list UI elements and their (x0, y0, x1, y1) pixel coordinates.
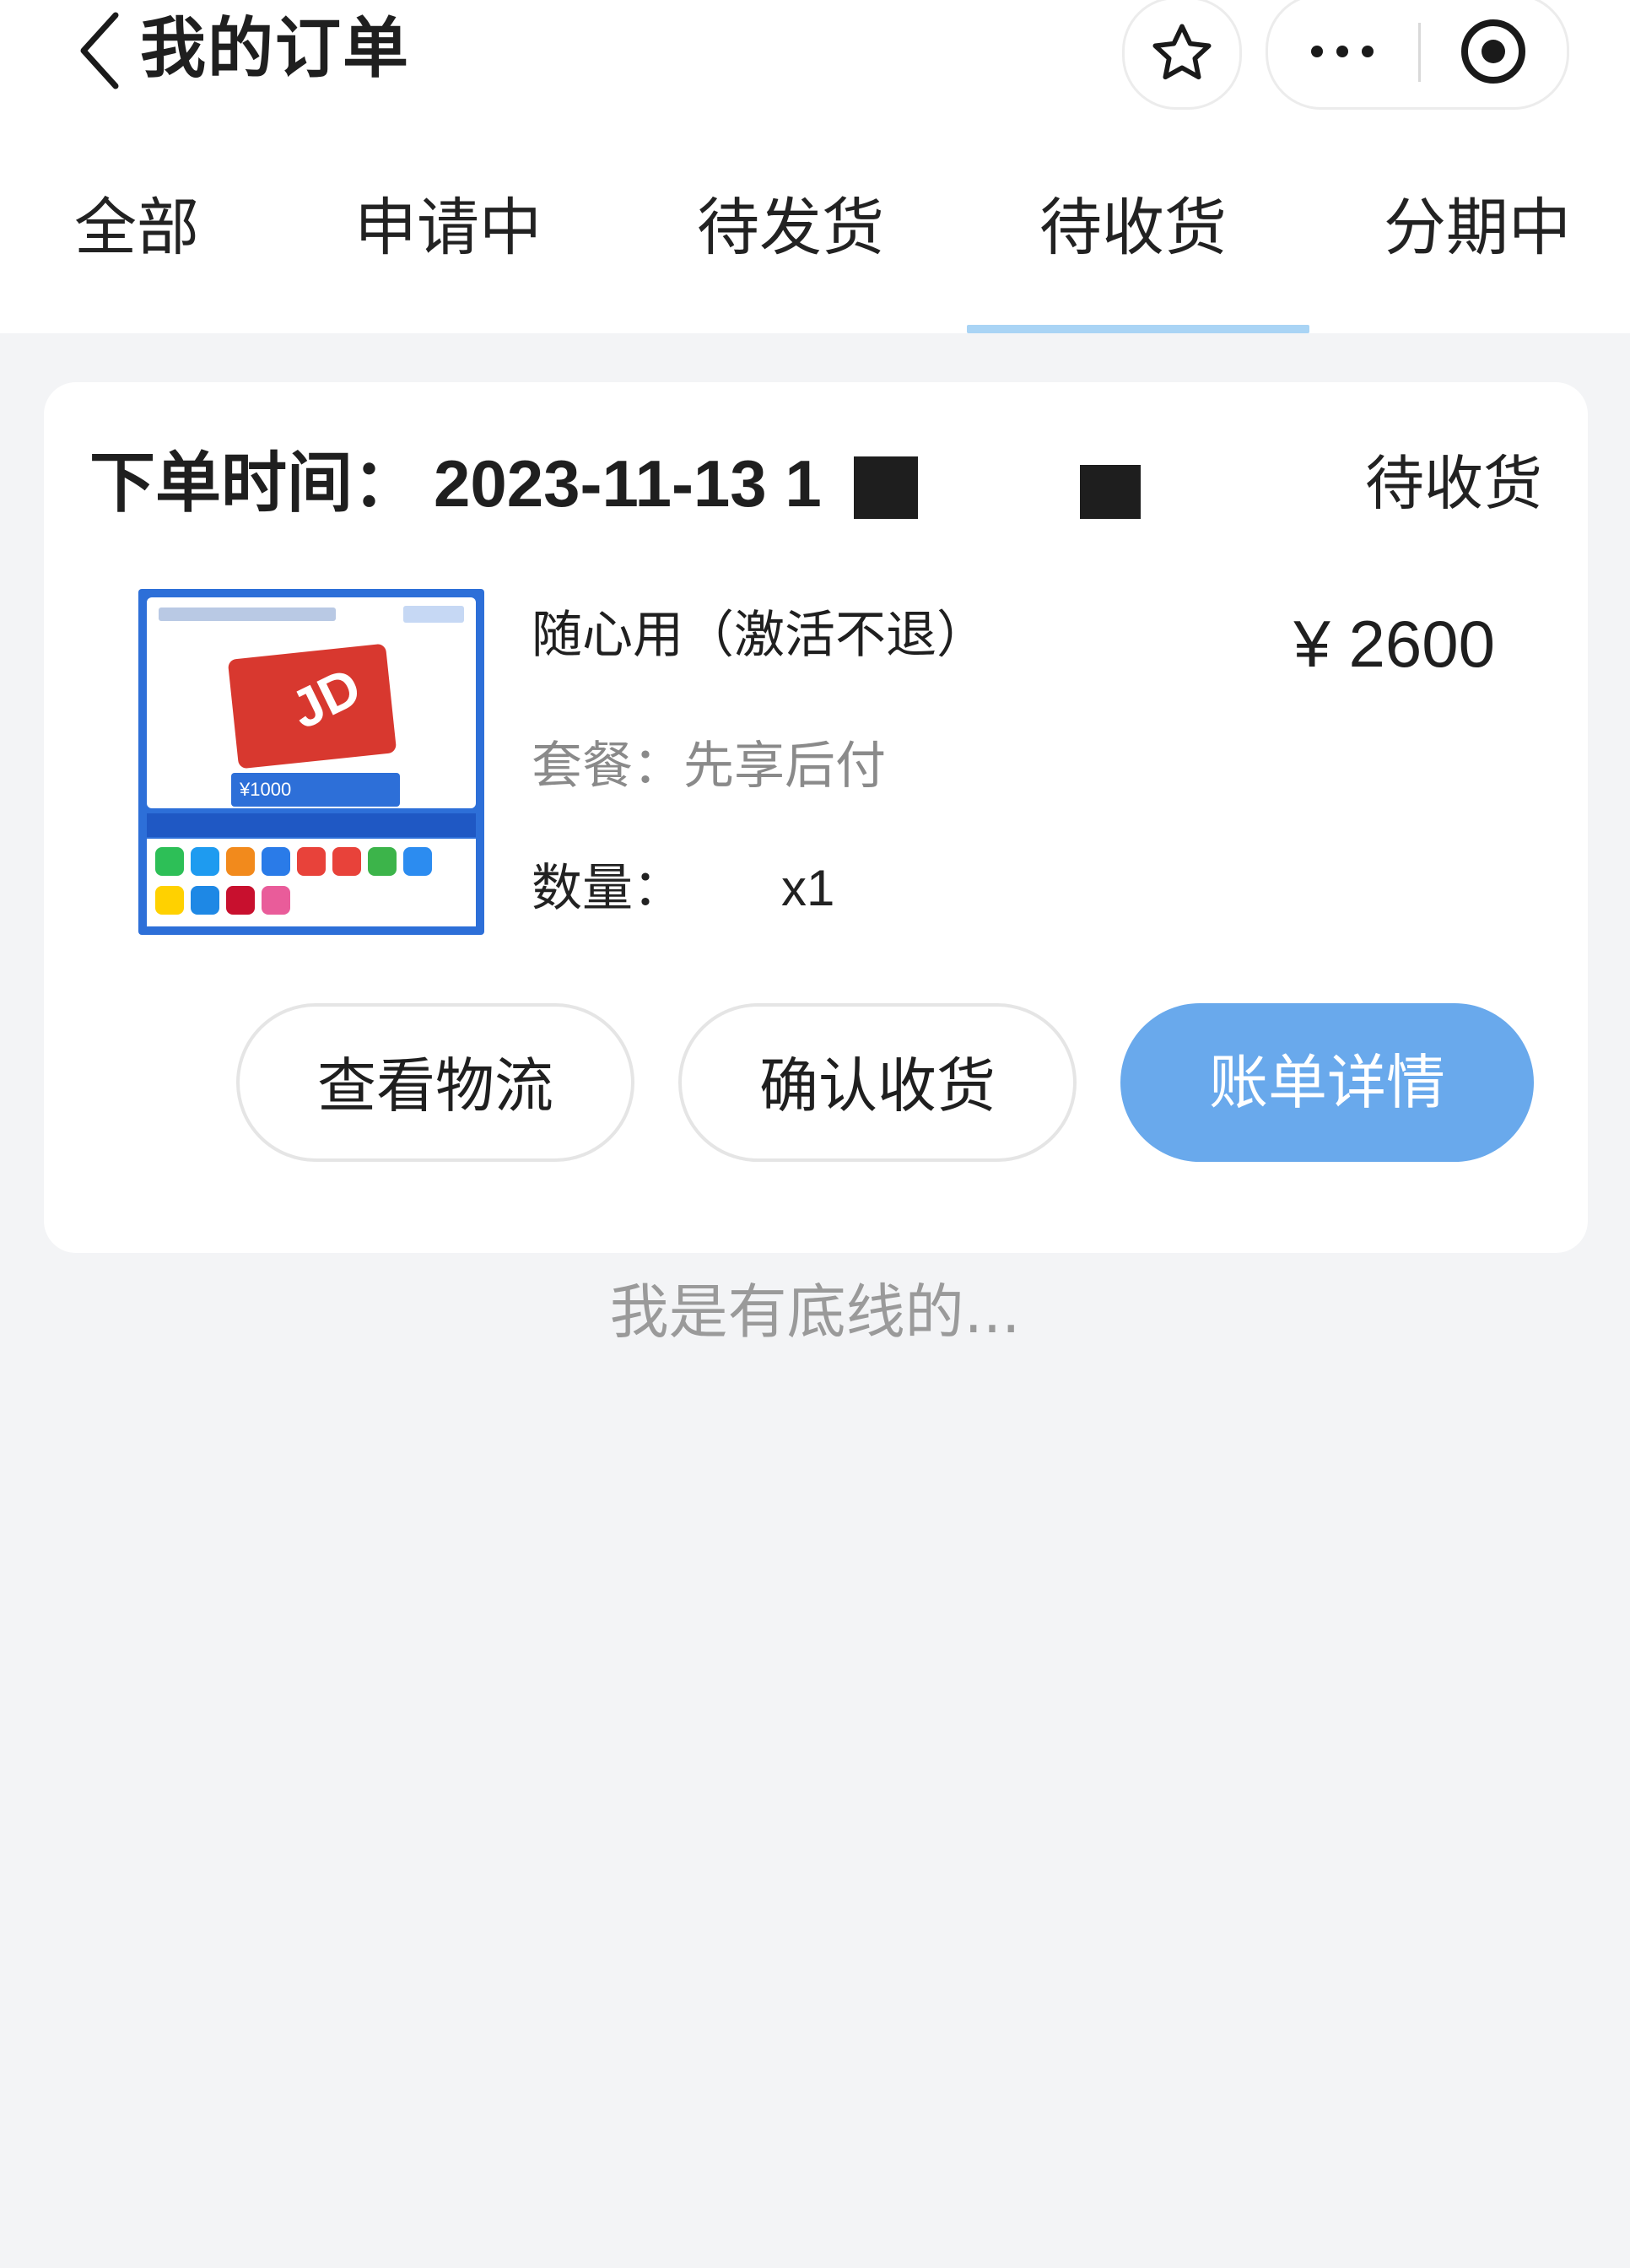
order-time-label: 下单时间： (89, 446, 419, 521)
package-row: 套餐：先享后付 (532, 728, 886, 804)
order-card[interactable]: 下单时间： 2023-11-13 1 待收货 JD ¥1000 随心用（激活不退… (44, 382, 1588, 1253)
more-button[interactable] (1268, 0, 1416, 107)
more-icon (1304, 46, 1380, 57)
confirm-receipt-button[interactable]: 确认收货 (678, 1003, 1077, 1162)
tab-to-ship[interactable]: 待发货 (697, 186, 884, 270)
redaction-block (854, 456, 918, 519)
product-image-panel: JD ¥1000 (147, 597, 476, 808)
tab-to-receive[interactable]: 待收货 (1039, 186, 1227, 270)
product-name: 随心用（激活不退） (532, 606, 987, 665)
status-badge: 待收货 (1365, 449, 1542, 518)
tab-all[interactable]: 全部 (74, 186, 199, 270)
package-value: 先享后付 (683, 737, 886, 796)
end-of-list-text: 我是有底线的... (609, 1277, 1021, 1347)
header: 我的订单 全部 申请中 待发货 待收货 分期中 (0, 0, 1630, 333)
bill-details-button[interactable]: 账单详情 (1120, 1003, 1534, 1162)
benefit-app-icons (147, 839, 476, 926)
capsule-divider (1418, 23, 1421, 82)
quantity-value: x1 (781, 860, 835, 916)
package-label: 套餐： (532, 737, 683, 796)
product-image[interactable]: JD ¥1000 (138, 589, 484, 935)
product-price: ¥ 2600 (1293, 607, 1495, 681)
page-title: 我的订单 (140, 11, 411, 87)
active-tab-indicator (967, 325, 1309, 333)
order-tabs: 全部 申请中 待发货 待收货 分期中 (0, 169, 1630, 333)
close-button[interactable] (1422, 0, 1565, 107)
nav-bar: 我的订单 (0, 0, 1630, 127)
jd-card-graphic: JD (227, 643, 397, 770)
favorite-button[interactable] (1122, 0, 1242, 110)
chevron-left-icon (80, 12, 119, 89)
tab-installment[interactable]: 分期中 (1384, 186, 1571, 270)
redaction-block (1080, 465, 1141, 519)
quantity-row: 数量： x1 (532, 850, 834, 926)
back-button[interactable] (69, 8, 128, 93)
close-target-icon (1461, 19, 1525, 84)
order-time-value: 2023-11-13 1 (434, 446, 822, 521)
star-icon (1152, 24, 1212, 80)
tab-applying[interactable]: 申请中 (354, 186, 542, 270)
quantity-label: 数量： (532, 859, 683, 918)
mini-program-capsule (1266, 0, 1569, 110)
view-logistics-button[interactable]: 查看物流 (236, 1003, 634, 1162)
image-price-label: ¥1000 (240, 779, 292, 800)
